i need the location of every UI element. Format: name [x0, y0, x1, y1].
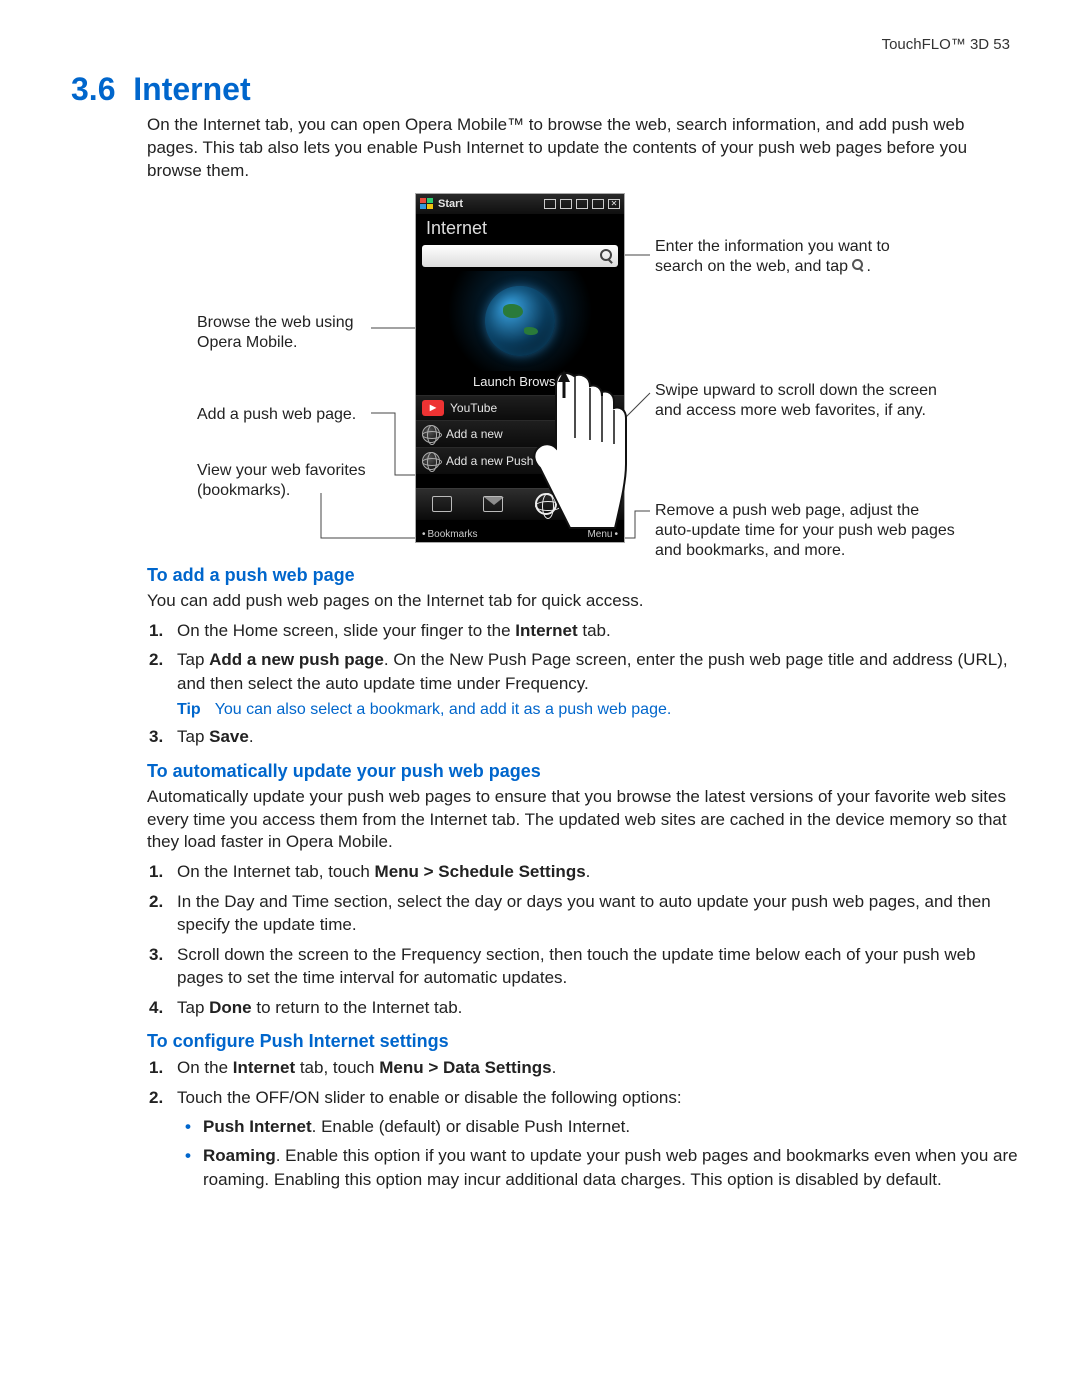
bullet-list: Push Internet. Enable (default) or disab…	[183, 1115, 1020, 1191]
page-header: TouchFLO™ 3D 53	[60, 36, 1020, 53]
subheading-configure: To configure Push Internet settings	[147, 1031, 1020, 1052]
signal-icon	[560, 199, 572, 209]
subheading-add-push: To add a push web page	[147, 565, 1020, 586]
step-item: On the Internet tab, touch Menu > Schedu…	[173, 860, 1020, 883]
annotation-browse-web: Browse the web using Opera Mobile.	[197, 313, 377, 353]
step-item: In the Day and Time section, select the …	[173, 890, 1020, 937]
mail-icon[interactable]	[483, 496, 503, 512]
youtube-icon: ▶	[422, 400, 444, 416]
device-screenshot: Start ✕ Internet Launch Browser ▶	[415, 193, 625, 543]
globe-small-icon	[422, 452, 440, 470]
step-item: On the Internet tab, touch Menu > Data S…	[173, 1056, 1020, 1079]
search-input[interactable]	[422, 245, 618, 267]
list-item-add-favorite[interactable]: Add a new	[416, 420, 624, 447]
dock-icon[interactable]	[432, 496, 452, 512]
step-item: On the Home screen, slide your finger to…	[173, 619, 1020, 642]
search-icon[interactable]	[600, 249, 614, 263]
step-item: Tap Done to return to the Internet tab.	[173, 996, 1020, 1019]
softkey-menu[interactable]: Menu	[585, 529, 618, 540]
section-intro: On the Internet tab, you can open Opera …	[147, 114, 1020, 183]
dock-icon[interactable]	[588, 496, 608, 512]
bullet-item: Roaming. Enable this option if you want …	[203, 1144, 1020, 1191]
sub2-lead: Automatically update your push web pages…	[147, 786, 1020, 855]
bullet-item: Push Internet. Enable (default) or disab…	[203, 1115, 1020, 1138]
section-title: 3.6 Internet	[71, 71, 1020, 108]
start-label: Start	[438, 198, 463, 210]
annotation-search: Enter the information you want to search…	[655, 237, 935, 277]
annotation-swipe: Swipe upward to scroll down the screen a…	[655, 381, 955, 421]
list-item-youtube[interactable]: ▶ YouTube	[416, 395, 624, 420]
search-icon	[852, 259, 866, 273]
windows-flag-icon	[420, 198, 434, 210]
close-icon: ✕	[608, 199, 620, 209]
tip-label: Tip	[177, 701, 201, 718]
softkey-bookmarks[interactable]: Bookmarks	[422, 529, 478, 540]
sub1-lead: You can add push web pages on the Intern…	[147, 590, 1020, 613]
internet-tab-icon[interactable]	[535, 493, 557, 515]
device-dock	[416, 488, 624, 520]
section-name: Internet	[133, 71, 250, 107]
device-tab-title: Internet	[416, 214, 624, 241]
list-item-label: Add a new Push	[446, 454, 533, 468]
figure-area: Start ✕ Internet Launch Browser ▶	[65, 193, 1020, 553]
subheading-auto-update: To automatically update your push web pa…	[147, 761, 1020, 782]
step-item: Scroll down the screen to the Frequency …	[173, 943, 1020, 990]
step-item: Tap Add a new push page. On the New Push…	[173, 648, 1020, 695]
step-item: Tap Save.	[173, 725, 1020, 748]
list-item-add-push[interactable]: Add a new Push	[416, 447, 624, 474]
section-number: 3.6	[71, 71, 115, 107]
status-icon	[544, 199, 556, 209]
steps-list: On the Internet tab, touch Menu > Schedu…	[147, 860, 1020, 1019]
globe-small-icon	[422, 425, 440, 443]
list-item-label: Add a new	[446, 427, 503, 441]
volume-icon	[576, 199, 588, 209]
device-statusbar: Start ✕	[416, 194, 624, 214]
tip-line: Tip You can also select a bookmark, and a…	[177, 701, 1020, 719]
globe-icon	[485, 286, 555, 356]
globe-area[interactable]	[416, 271, 624, 371]
annotation-menu: Remove a push web page, adjust the auto-…	[655, 501, 955, 561]
steps-list: Tap Save.	[147, 725, 1020, 748]
launch-browser-button[interactable]: Launch Browser	[416, 371, 624, 395]
steps-list: On the Internet tab, touch Menu > Data S…	[147, 1056, 1020, 1109]
annotation-favorites: View your web favorites (bookmarks).	[197, 461, 397, 501]
steps-list: On the Home screen, slide your finger to…	[147, 619, 1020, 695]
step-item: Touch the OFF/ON slider to enable or dis…	[173, 1086, 1020, 1109]
tip-text: You can also select a bookmark, and add …	[215, 701, 672, 718]
list-item-label: YouTube	[450, 401, 497, 415]
battery-icon	[592, 199, 604, 209]
annotation-add-push: Add a push web page.	[197, 405, 377, 425]
